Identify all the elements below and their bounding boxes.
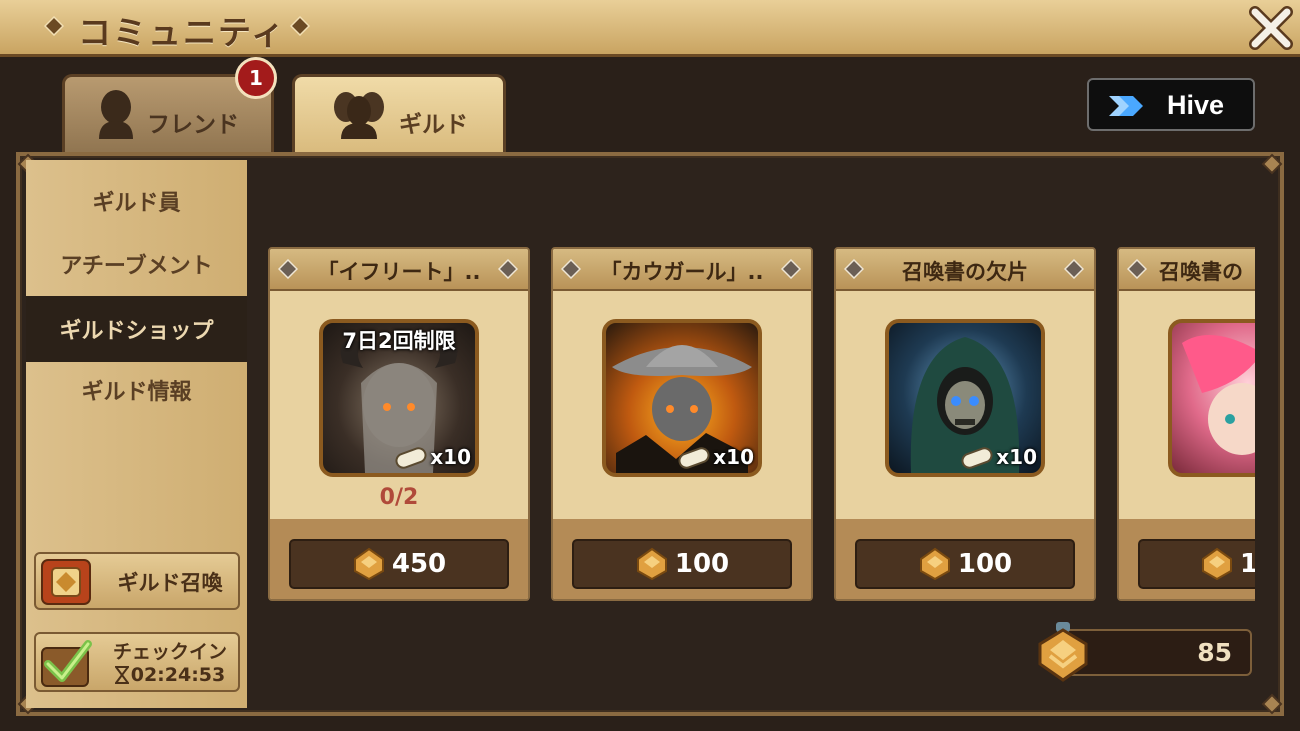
card-footer: 450 xyxy=(270,519,528,599)
buy-button[interactable]: 450 xyxy=(289,539,509,589)
guild-point-icon xyxy=(919,547,950,581)
buy-button[interactable]: 100 xyxy=(855,539,1075,589)
sidebar-item-achievements[interactable]: アチーブメント xyxy=(26,233,247,295)
item-image: x10 xyxy=(602,319,762,477)
hive-button[interactable]: Hive xyxy=(1087,78,1255,131)
summon-scroll-icon xyxy=(395,447,427,469)
hive-button-label: Hive xyxy=(1167,90,1225,120)
item-price: 10 xyxy=(1240,549,1255,579)
diamond-ornament-icon xyxy=(498,259,518,279)
checkin-timer-row: 02:24:53 xyxy=(100,664,240,686)
card-footer: 10 xyxy=(1119,519,1255,599)
guild-point-icon xyxy=(636,547,667,581)
item-quantity: x10 xyxy=(713,445,754,469)
sidebar-item-members[interactable]: ギルド員 xyxy=(26,170,247,232)
checkin-button[interactable]: チェックイン 02:24:53 xyxy=(34,632,240,692)
monster-portrait xyxy=(1182,335,1255,455)
summon-scroll-icon xyxy=(41,559,91,605)
shop-item-card[interactable]: 「カウガール」.. x10 100 xyxy=(551,247,813,601)
hive-logo-icon xyxy=(1109,96,1143,116)
card-header: 召喚書の xyxy=(1119,249,1255,291)
notification-badge: 1 xyxy=(235,57,277,99)
checkin-timer: 02:24:53 xyxy=(130,664,226,686)
title-bar: コミュニティ xyxy=(0,0,1300,57)
close-icon xyxy=(1249,6,1293,50)
checkin-chest-icon xyxy=(41,640,92,687)
tab-guild[interactable]: ギルド xyxy=(292,74,506,157)
hourglass-icon xyxy=(114,666,129,684)
window-title: コミュニティ xyxy=(78,13,287,52)
item-quantity-row: x10 xyxy=(960,443,1037,471)
diamond-ornament-icon xyxy=(844,259,864,279)
summon-scroll-icon xyxy=(678,447,710,469)
item-title: 召喚書の欠片 xyxy=(902,260,1028,284)
sidebar-item-label: ギルド情報 xyxy=(81,380,192,405)
shop-item-card[interactable]: 召喚書の 10 xyxy=(1117,247,1255,601)
sidebar: ギルド員 アチーブメント ギルドショップ ギルド情報 ギルド召喚 チェックイン … xyxy=(26,160,247,708)
tab-friends-label: フレンド xyxy=(147,112,239,138)
item-title: 「カウガール」.. xyxy=(600,260,764,284)
card-header: 召喚書の欠片 xyxy=(836,249,1094,291)
item-price: 100 xyxy=(674,549,730,579)
diamond-ornament-icon xyxy=(1127,259,1147,279)
diamond-ornament-icon xyxy=(781,259,801,279)
guild-point-icon xyxy=(1038,622,1088,682)
guild-points-amount: 85 xyxy=(1197,638,1232,667)
guild-points-display: 85 xyxy=(1062,629,1252,676)
sidebar-item-label: ギルド員 xyxy=(92,191,181,216)
item-quantity: x10 xyxy=(996,445,1037,469)
diamond-ornament-icon xyxy=(1064,259,1084,279)
checkin-label: チェックイン xyxy=(112,641,227,663)
card-header: 「カウガール」.. xyxy=(553,249,811,291)
shop-item-card[interactable]: 「イフリート」.. 7日2回制限 x10 0/2 450 xyxy=(268,247,530,601)
item-quantity: x10 xyxy=(430,445,471,469)
purchase-progress: 0/2 xyxy=(379,485,419,510)
item-quantity-row: x10 xyxy=(677,443,754,471)
item-price: 100 xyxy=(957,549,1013,579)
diamond-ornament-icon xyxy=(278,259,298,279)
sidebar-item-guild-info[interactable]: ギルド情報 xyxy=(26,359,247,421)
guild-point-icon xyxy=(1202,547,1232,581)
card-footer: 100 xyxy=(553,519,811,599)
sidebar-item-guild-shop[interactable]: ギルドショップ xyxy=(26,296,247,362)
item-price: 450 xyxy=(391,549,447,579)
item-title: 召喚書の xyxy=(1159,260,1243,284)
close-button[interactable] xyxy=(1246,4,1296,52)
shop-item-card[interactable]: 召喚書の欠片 x10 100 xyxy=(834,247,1096,601)
shop-item-list: 「イフリート」.. 7日2回制限 x10 0/2 450 「カウガール」.. x… xyxy=(247,160,1255,610)
guild-summon-label: ギルド召喚 xyxy=(117,571,223,595)
item-quantity-row: x10 xyxy=(394,443,471,471)
sidebar-item-label: アチーブメント xyxy=(60,254,213,279)
purchase-limit: 7日2回制限 xyxy=(342,329,456,353)
corner-ornament-icon xyxy=(1261,153,1283,175)
diamond-ornament-icon xyxy=(44,16,64,36)
corner-ornament-icon xyxy=(1261,693,1283,715)
guild-group-icon xyxy=(334,92,384,139)
sidebar-item-label: ギルドショップ xyxy=(59,319,214,344)
friend-silhouette-icon xyxy=(99,90,133,139)
summon-scroll-icon xyxy=(961,447,993,469)
diamond-ornament-icon xyxy=(561,259,581,279)
guild-point-icon xyxy=(353,547,384,581)
card-header: 「イフリート」.. xyxy=(270,249,528,291)
guild-summon-button[interactable]: ギルド召喚 xyxy=(34,552,240,610)
diamond-ornament-icon xyxy=(290,16,310,36)
card-footer: 100 xyxy=(836,519,1094,599)
item-title: 「イフリート」.. xyxy=(317,260,481,284)
item-image: x10 xyxy=(885,319,1045,477)
buy-button[interactable]: 100 xyxy=(572,539,792,589)
item-image: 7日2回制限 x10 xyxy=(319,319,479,477)
buy-button[interactable]: 10 xyxy=(1138,539,1255,589)
item-image xyxy=(1168,319,1255,477)
tab-guild-label: ギルド xyxy=(399,112,468,138)
